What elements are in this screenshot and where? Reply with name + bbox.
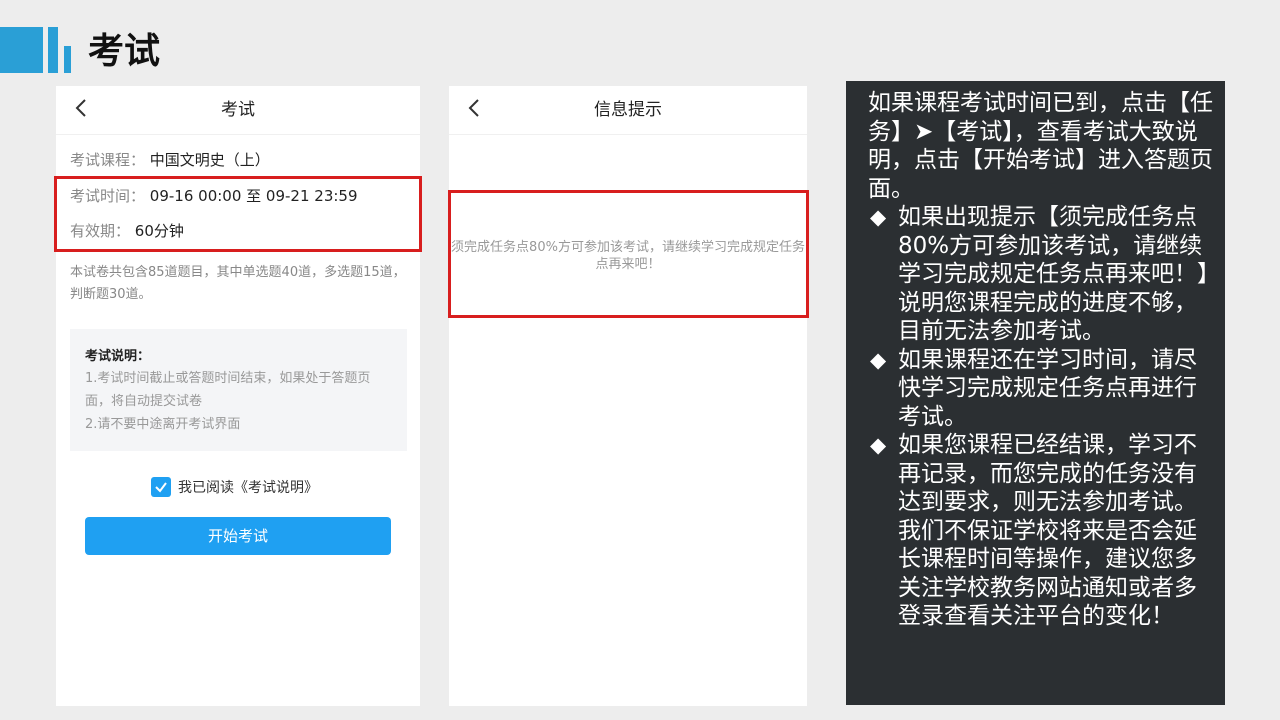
agree-checkbox[interactable] xyxy=(151,477,171,497)
title-accent-bar xyxy=(48,27,58,73)
explanation-text: 如果出现提示【须完成任务点80%方可参加该考试，请继续学习完成规定任务点再来吧！… xyxy=(898,204,1209,344)
exam-note-item: 1.考试时间截止或答题时间结束，如果处于答题页面，将自动提交试卷 xyxy=(85,371,371,409)
explanation-text: 如果您课程已经结课，学习不再记录，而您完成的任务没有达到要求，则无法参加考试。我… xyxy=(898,432,1197,629)
exam-notes-title: 考试说明： xyxy=(85,349,151,364)
agree-checkbox-row[interactable]: 我已阅读《考试说明》 xyxy=(151,475,318,499)
highlight-box-exam-time xyxy=(54,176,422,252)
explanation-text: 如果课程还在学习时间，请尽快学习完成规定任务点再进行考试。 xyxy=(898,346,1197,430)
exam-nav-title: 考试 xyxy=(221,100,255,120)
diamond-bullet-icon: ◆ xyxy=(870,347,887,372)
check-icon xyxy=(155,482,167,493)
diamond-bullet-icon: ◆ xyxy=(870,433,887,457)
info-screen: 信息提示 须完成任务点80%方可参加该考试，请继续学习完成规定任务点再来吧！ xyxy=(449,86,807,706)
course-row: 考试课程： 中国文明史（上） xyxy=(70,149,270,170)
start-exam-button[interactable]: 开始考试 xyxy=(85,517,391,555)
info-nav-title: 信息提示 xyxy=(594,100,662,120)
page-title: 考试 xyxy=(88,31,161,72)
explanation-intro: 如果课程考试时间已到，点击【任务】➤【考试】，查看考试大致说明，点击【开始考试】… xyxy=(868,90,1213,202)
course-value: 中国文明史（上） xyxy=(149,151,270,169)
exam-summary: 本试卷共包含85道题目，其中单选题40道，多选题15道，判断题30道。 xyxy=(70,265,406,302)
explanation-item: ◆ 如果出现提示【须完成任务点80%方可参加该考试，请继续学习完成规定任务点再来… xyxy=(868,203,1215,346)
title-accent-bar xyxy=(64,46,71,73)
exam-nav-bar: 考试 xyxy=(56,86,420,135)
explanation-panel: 如果课程考试时间已到，点击【任务】➤【考试】，查看考试大致说明，点击【开始考试】… xyxy=(846,81,1225,705)
explanation-item: ◆ 如果您课程已经结课，学习不再记录，而您完成的任务没有达到要求，则无法参加考试… xyxy=(868,431,1215,631)
explanation-item: ◆ 如果课程还在学习时间，请尽快学习完成规定任务点再进行考试。 xyxy=(868,346,1215,432)
exam-notes-box: 考试说明： 1.考试时间截止或答题时间结束，如果处于答题页面，将自动提交试卷 2… xyxy=(70,329,407,451)
highlight-box-message xyxy=(448,190,809,318)
agree-label: 我已阅读《考试说明》 xyxy=(178,480,318,496)
exam-note-item: 2.请不要中途离开考试界面 xyxy=(85,417,241,432)
diamond-bullet-icon: ◆ xyxy=(870,205,887,229)
course-label: 考试课程： xyxy=(70,151,146,169)
info-nav-bar: 信息提示 xyxy=(449,86,807,135)
explanation-list: ◆ 如果出现提示【须完成任务点80%方可参加该考试，请继续学习完成规定任务点再来… xyxy=(868,203,1215,631)
title-accent-bar xyxy=(0,27,43,73)
